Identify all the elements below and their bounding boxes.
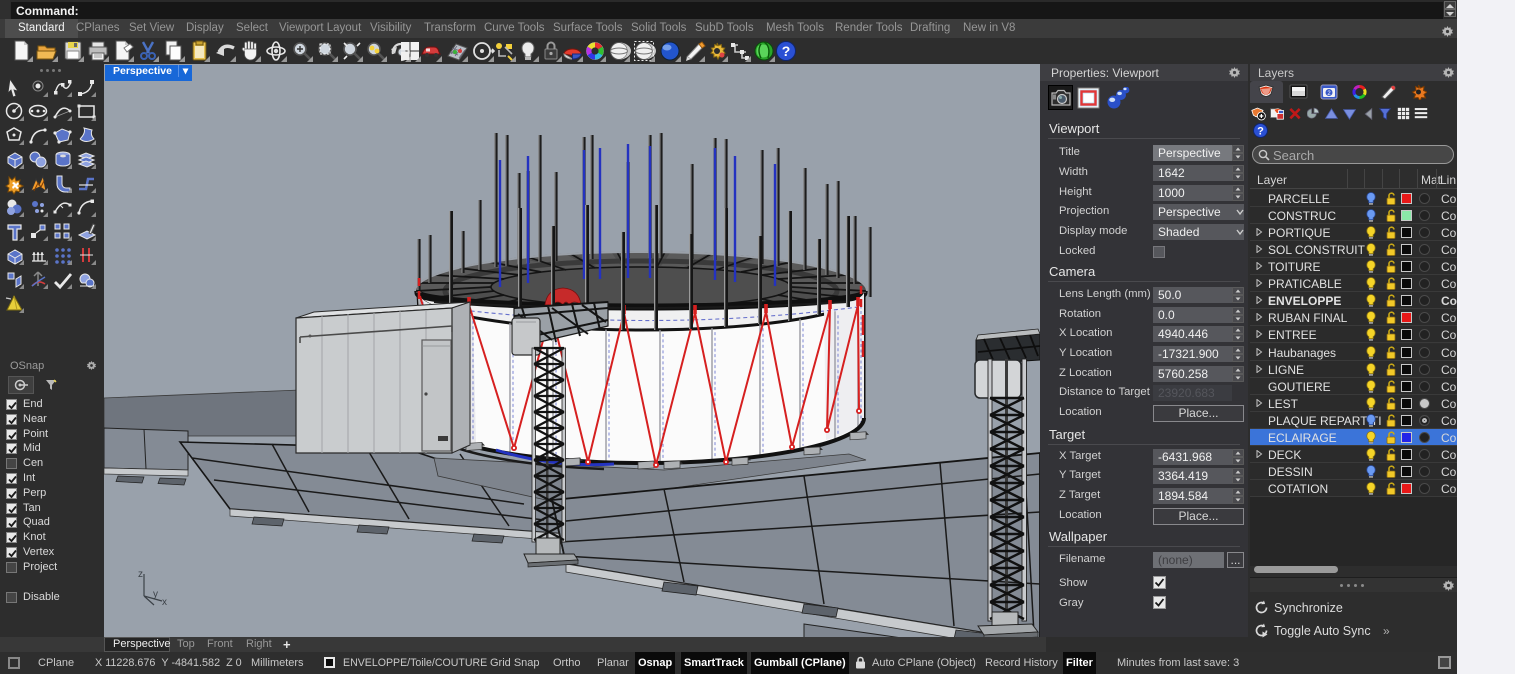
svg-text:?: ? xyxy=(782,43,791,59)
svg-text:x: x xyxy=(162,597,167,608)
svg-text:?: ? xyxy=(1257,126,1264,138)
svg-text:z: z xyxy=(138,569,143,580)
svg-text:y: y xyxy=(153,589,158,600)
